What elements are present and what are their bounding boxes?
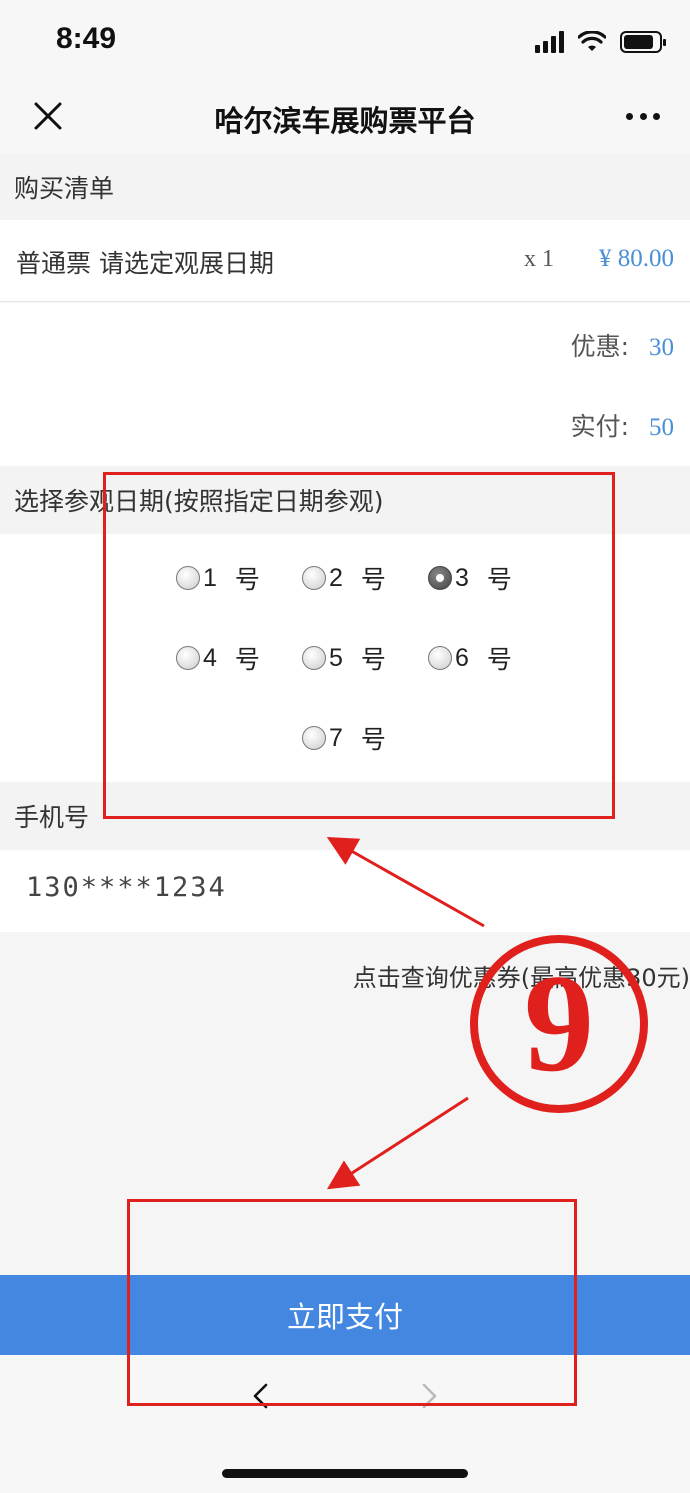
- date-option-unit: 号: [360, 645, 386, 674]
- arrow-to-pay: [326, 1096, 469, 1190]
- date-option-7[interactable]: 7号: [302, 720, 388, 756]
- battery-icon: [620, 31, 666, 53]
- date-option-3[interactable]: 3号: [428, 560, 514, 596]
- radio-button[interactable]: [176, 566, 200, 590]
- date-option-number: 3: [455, 563, 469, 592]
- date-section-header: 选择参观日期(按照指定日期参观): [0, 466, 690, 534]
- paid-label: 实付:: [570, 412, 629, 441]
- more-icon[interactable]: [626, 110, 660, 122]
- date-option-number: 7: [329, 723, 343, 752]
- paid-value: 50: [649, 414, 674, 441]
- item-name: 普通票 请选定观展日期: [16, 249, 274, 278]
- date-row-2: 4号5号6号: [0, 640, 690, 676]
- date-option-unit: 号: [360, 725, 386, 754]
- date-option-unit: 号: [486, 645, 512, 674]
- status-icons: [535, 28, 666, 56]
- item-price: ¥ 80.00: [599, 245, 674, 272]
- phone-input[interactable]: 130****1234: [26, 872, 227, 903]
- radio-button[interactable]: [428, 566, 452, 590]
- radio-button[interactable]: [302, 646, 326, 670]
- date-option-unit: 号: [486, 565, 512, 594]
- date-option-number: 4: [203, 643, 217, 672]
- phone-section-header: 手机号: [0, 782, 690, 850]
- date-option-number: 1: [203, 563, 217, 592]
- status-time: 8:49: [56, 22, 117, 55]
- date-option-5[interactable]: 5号: [302, 640, 388, 676]
- phone-field[interactable]: 130****1234: [0, 850, 690, 932]
- bottom-nav: [0, 1355, 690, 1493]
- radio-button[interactable]: [428, 646, 452, 670]
- date-option-unit: 号: [360, 565, 386, 594]
- back-icon[interactable]: [248, 1381, 274, 1411]
- paid-row: 实付: 50: [571, 407, 674, 443]
- pay-now-button[interactable]: 立即支付: [0, 1275, 690, 1355]
- wifi-icon: [578, 31, 606, 51]
- date-option-number: 5: [329, 643, 343, 672]
- date-option-2[interactable]: 2号: [302, 560, 388, 596]
- home-indicator: [222, 1469, 468, 1478]
- date-option-6[interactable]: 6号: [428, 640, 514, 676]
- item-quantity: x 1: [524, 246, 554, 272]
- date-row-1: 1号2号3号: [0, 560, 690, 596]
- order-section-header: 购买清单: [0, 154, 690, 220]
- status-bar: 8:49: [0, 0, 690, 80]
- date-row-3: 7号: [0, 720, 690, 756]
- radio-button[interactable]: [176, 646, 200, 670]
- date-option-number: 6: [455, 643, 469, 672]
- page-title: 哈尔滨车展购票平台: [214, 104, 476, 138]
- radio-button[interactable]: [302, 566, 326, 590]
- date-option-unit: 号: [234, 565, 260, 594]
- date-option-1[interactable]: 1号: [176, 560, 262, 596]
- cellular-signal-icon: [535, 31, 564, 53]
- forward-icon[interactable]: [416, 1381, 442, 1411]
- order-summary: 优惠: 30 实付: 50: [0, 303, 690, 466]
- annotation-step-number: 9: [470, 935, 648, 1113]
- nav-bar: 哈尔滨车展购票平台: [0, 80, 690, 154]
- discount-value: 30: [649, 334, 674, 361]
- date-option-4[interactable]: 4号: [176, 640, 262, 676]
- battery-level: [624, 35, 653, 49]
- date-options: 1号2号3号 4号5号6号 7号: [0, 534, 690, 782]
- radio-button[interactable]: [302, 726, 326, 750]
- discount-label: 优惠:: [570, 332, 629, 361]
- date-option-number: 2: [329, 563, 343, 592]
- date-option-unit: 号: [234, 645, 260, 674]
- discount-row: 优惠: 30: [571, 327, 674, 363]
- order-item-row: 普通票 请选定观展日期 x 1 ¥ 80.00: [0, 220, 690, 302]
